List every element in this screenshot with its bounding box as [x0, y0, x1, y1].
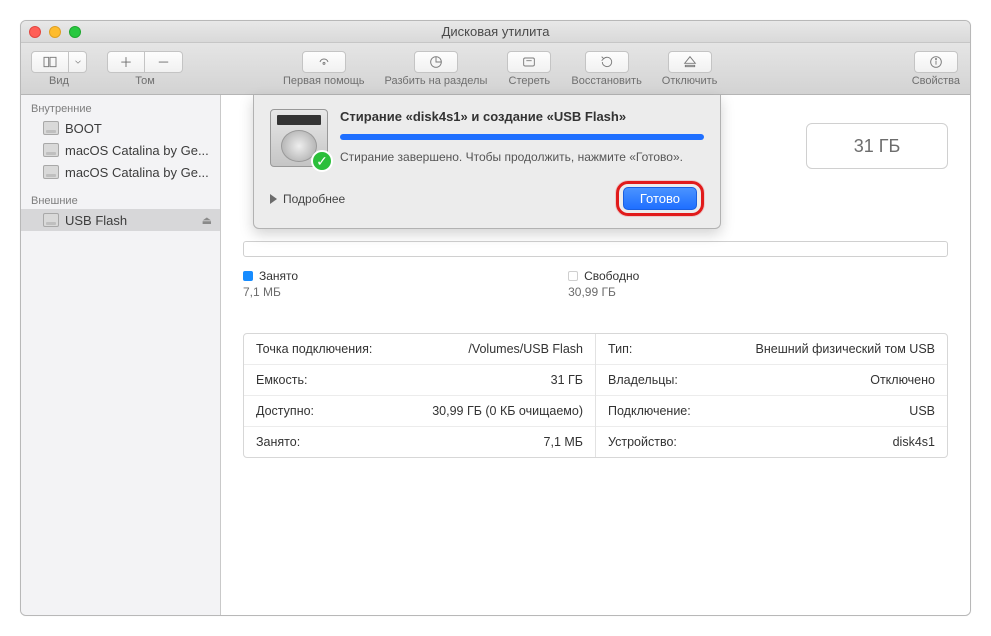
details-label: Подробнее: [283, 192, 345, 206]
view-button[interactable]: [31, 51, 69, 73]
erase-button[interactable]: [507, 51, 551, 73]
zoom-icon[interactable]: [69, 26, 81, 38]
eject-icon[interactable]: ⏏: [202, 214, 212, 227]
remove-volume-button[interactable]: －: [145, 51, 183, 73]
info-row: Емкость:31 ГБ: [244, 364, 595, 395]
first-aid-label: Первая помощь: [283, 75, 365, 87]
disclosure-triangle-icon: [270, 194, 277, 204]
partition-label: Разбить на разделы: [385, 75, 488, 87]
progress-bar: [340, 134, 704, 140]
sidebar-header-external: Внешние: [21, 191, 220, 209]
sheet-title: Стирание «disk4s1» и создание «USB Flash…: [340, 109, 704, 124]
sidebar-item-label: macOS Catalina by Ge...: [65, 165, 209, 180]
details-disclosure[interactable]: Подробнее: [270, 192, 345, 206]
done-button[interactable]: Готово: [623, 187, 697, 210]
volume-size-chip: 31 ГБ: [806, 123, 948, 169]
info-row: Устройство:disk4s1: [596, 426, 947, 457]
info-table: Точка подключения:/Volumes/USB Flash Емк…: [243, 333, 948, 458]
close-icon[interactable]: [29, 26, 41, 38]
used-label: Занято: [259, 269, 298, 283]
erase-label: Стереть: [509, 75, 551, 87]
sidebar-item-label: USB Flash: [65, 213, 127, 228]
sidebar-item-label: macOS Catalina by Ge...: [65, 143, 209, 158]
restore-button[interactable]: [585, 51, 629, 73]
sidebar: Внутренние BOOT macOS Catalina by Ge... …: [21, 95, 221, 615]
free-label: Свободно: [584, 269, 639, 283]
used-swatch-icon: [243, 271, 253, 281]
view-menu-chevron[interactable]: [69, 51, 87, 73]
info-row: Тип:Внешний физический том USB: [596, 334, 947, 364]
info-row: Доступно:30,99 ГБ (0 КБ очищаемо): [244, 395, 595, 426]
partition-button[interactable]: [414, 51, 458, 73]
used-value: 7,1 МБ: [243, 285, 298, 299]
unmount-label: Отключить: [662, 75, 718, 87]
sidebar-item-catalina-2[interactable]: macOS Catalina by Ge...: [21, 161, 220, 183]
minimize-icon[interactable]: [49, 26, 61, 38]
info-row: Подключение:USB: [596, 395, 947, 426]
usage-legend: Занято 7,1 МБ Свободно 30,99 ГБ: [243, 269, 948, 299]
titlebar: Дисковая утилита: [21, 21, 970, 43]
toolbar: Вид ＋ － Том Первая помощь Разбить на раз…: [21, 43, 970, 95]
volume-icon: [43, 121, 59, 135]
info-row: Занято:7,1 МБ: [244, 426, 595, 457]
sidebar-item-label: BOOT: [65, 121, 102, 136]
free-value: 30,99 ГБ: [568, 285, 639, 299]
window-controls: [29, 26, 81, 38]
view-label: Вид: [49, 75, 69, 87]
volume-label: Том: [135, 75, 155, 87]
sheet-message: Стирание завершено. Чтобы продолжить, на…: [340, 150, 704, 164]
info-col-left: Точка подключения:/Volumes/USB Flash Емк…: [244, 334, 596, 457]
add-volume-button[interactable]: ＋: [107, 51, 145, 73]
sidebar-header-internal: Внутренние: [21, 99, 220, 117]
erase-sheet: ✓ Стирание «disk4s1» и создание «USB Fla…: [253, 95, 721, 229]
app-window: Дисковая утилита Вид ＋ － Том: [20, 20, 971, 616]
info-label: Свойства: [912, 75, 960, 87]
restore-label: Восстановить: [571, 75, 641, 87]
first-aid-button[interactable]: [302, 51, 346, 73]
unmount-button[interactable]: [668, 51, 712, 73]
volume-icon: [43, 213, 59, 227]
free-swatch-icon: [568, 271, 578, 281]
info-row: Владельцы:Отключено: [596, 364, 947, 395]
volume-icon: [43, 165, 59, 179]
done-highlight: Готово: [616, 181, 704, 216]
info-row: Точка подключения:/Volumes/USB Flash: [244, 334, 595, 364]
volume-icon: [43, 143, 59, 157]
success-badge-icon: ✓: [311, 150, 333, 172]
window-title: Дисковая утилита: [442, 24, 550, 39]
info-button[interactable]: [914, 51, 958, 73]
sidebar-item-boot[interactable]: BOOT: [21, 117, 220, 139]
sidebar-item-catalina-1[interactable]: macOS Catalina by Ge...: [21, 139, 220, 161]
sidebar-item-usb-flash[interactable]: USB Flash ⏏: [21, 209, 220, 231]
usage-bar: [243, 241, 948, 257]
info-col-right: Тип:Внешний физический том USB Владельцы…: [596, 334, 947, 457]
hdd-icon: ✓: [270, 109, 328, 167]
